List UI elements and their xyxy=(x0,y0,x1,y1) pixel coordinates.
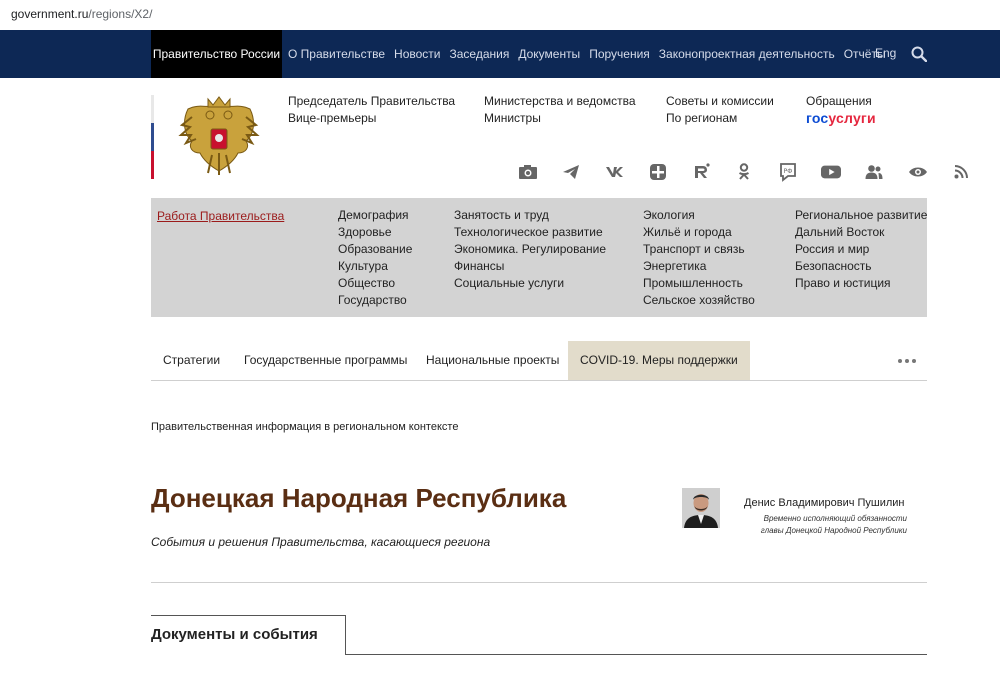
tab-covid-support[interactable]: COVID-19. Меры поддержки xyxy=(568,341,750,380)
rutube-icon[interactable] xyxy=(691,162,711,182)
theme-link[interactable]: Занятость и труд xyxy=(454,207,606,224)
theme-link[interactable]: Дальний Восток xyxy=(795,224,927,241)
themes-col-4: Региональное развитие Дальний Восток Рос… xyxy=(795,207,927,292)
address-bar[interactable]: government.ru/regions/X2/ xyxy=(0,0,1000,30)
theme-link[interactable]: Безопасность xyxy=(795,258,927,275)
avatar[interactable] xyxy=(682,488,720,528)
more-icon[interactable] xyxy=(898,359,916,363)
header-link-appeals[interactable]: Обращения xyxy=(806,93,872,110)
header-links-col-1: Председатель Правительства Вице-премьеры xyxy=(288,93,455,127)
camera-icon[interactable] xyxy=(518,162,538,182)
theme-link[interactable]: Промышленность xyxy=(643,275,755,292)
header-link-councils[interactable]: Советы и комиссии xyxy=(666,93,774,110)
divider xyxy=(151,582,927,583)
page-title: Донецкая Народная Республика xyxy=(151,483,567,513)
nav-brand-link[interactable]: Правительство России xyxy=(151,30,282,78)
theme-link[interactable]: Региональное развитие xyxy=(795,207,927,224)
language-switch[interactable]: Eng xyxy=(875,46,896,60)
theme-link[interactable]: Экономика. Регулирование xyxy=(454,241,606,258)
header-links-col-4: Обращения xyxy=(806,93,872,110)
nav-item-meetings[interactable]: Заседания xyxy=(449,47,509,61)
search-icon[interactable] xyxy=(911,46,927,62)
svg-text:РФ: РФ xyxy=(783,168,792,175)
theme-link[interactable]: Транспорт и связь xyxy=(643,241,755,258)
nav-item-legislation[interactable]: Законопроектная деятельность xyxy=(659,47,835,61)
theme-link[interactable]: Государство xyxy=(338,292,412,309)
header-link-chairman[interactable]: Председатель Правительства xyxy=(288,93,455,110)
header-link-deputies[interactable]: Вице-премьеры xyxy=(288,110,455,127)
theme-link[interactable]: Здоровье xyxy=(338,224,412,241)
header-links-col-2: Министерства и ведомства Министры xyxy=(484,93,636,127)
theme-link[interactable]: Право и юстиция xyxy=(795,275,927,292)
coat-of-arms-icon[interactable] xyxy=(178,95,260,179)
nav-item-news[interactable]: Новости xyxy=(394,47,440,61)
tab-documents-events[interactable]: Документы и события xyxy=(151,615,346,655)
themes-col-1: Демография Здоровье Образование Культура… xyxy=(338,207,412,309)
themes-col-3: Экология Жильё и города Транспорт и связ… xyxy=(643,207,755,309)
header-link-ministers[interactable]: Министры xyxy=(484,110,636,127)
head-role: Временно исполняющий обязанности главы Д… xyxy=(760,514,907,535)
youtube-icon[interactable] xyxy=(821,162,842,182)
theme-link[interactable]: Финансы xyxy=(454,258,606,275)
gosuslugi-logo[interactable]: госуслуги xyxy=(806,110,876,126)
top-navigation: Правительство России О Правительстве Нов… xyxy=(0,30,1000,78)
social-icons-row: РФ xyxy=(518,162,994,184)
divider xyxy=(346,654,927,655)
context-text: Правительственная информация в региональ… xyxy=(151,421,459,433)
odnoklassniki-icon[interactable] xyxy=(734,162,754,182)
telegram-icon[interactable] xyxy=(561,162,581,182)
sub-navigation: Стратегии Государственные программы Наци… xyxy=(151,341,927,381)
russian-flag-stripe xyxy=(151,95,154,179)
vk-icon[interactable] xyxy=(605,162,625,182)
nav-item-about[interactable]: О Правительстве xyxy=(288,47,385,61)
head-name[interactable]: Денис Владимирович Пушилин xyxy=(744,497,905,509)
theme-link[interactable]: Сельское хозяйство xyxy=(643,292,755,309)
government-work-link[interactable]: Работа Правительства xyxy=(157,209,284,223)
theme-link[interactable]: Демография xyxy=(338,207,412,224)
theme-link[interactable]: Общество xyxy=(338,275,412,292)
theme-link[interactable]: Образование xyxy=(338,241,412,258)
tab-national-projects[interactable]: Национальные проекты xyxy=(426,341,559,380)
eye-icon[interactable] xyxy=(908,162,928,182)
plus-icon[interactable] xyxy=(648,162,668,182)
nav-items: О Правительстве Новости Заседания Докуме… xyxy=(288,30,895,78)
theme-link[interactable]: Культура xyxy=(338,258,412,275)
header-link-regions[interactable]: По регионам xyxy=(666,110,774,127)
themes-panel: Работа Правительства Демография Здоровье… xyxy=(151,198,927,317)
theme-link[interactable]: Социальные услуги xyxy=(454,275,606,292)
theme-link[interactable]: Технологическое развитие xyxy=(454,224,606,241)
header-link-ministries[interactable]: Министерства и ведомства xyxy=(484,93,636,110)
tab-state-programs[interactable]: Государственные программы xyxy=(244,341,407,380)
theme-link[interactable]: Россия и мир xyxy=(795,241,927,258)
themes-col-2: Занятость и труд Технологическое развити… xyxy=(454,207,606,292)
page-subtitle: События и решения Правительства, касающи… xyxy=(151,535,491,549)
rf-chat-icon[interactable]: РФ xyxy=(778,162,798,182)
nav-item-documents[interactable]: Документы xyxy=(518,47,580,61)
theme-link[interactable]: Энергетика xyxy=(643,258,755,275)
rss-icon[interactable] xyxy=(951,162,971,182)
theme-link[interactable]: Экология xyxy=(643,207,755,224)
header-links-col-3: Советы и комиссии По регионам xyxy=(666,93,774,127)
nav-item-instructions[interactable]: Поручения xyxy=(589,47,650,61)
theme-link[interactable]: Жильё и города xyxy=(643,224,755,241)
url-text[interactable]: government.ru/regions/X2/ xyxy=(11,7,152,21)
users-icon[interactable] xyxy=(864,162,884,182)
tab-strategies[interactable]: Стратегии xyxy=(163,341,220,380)
